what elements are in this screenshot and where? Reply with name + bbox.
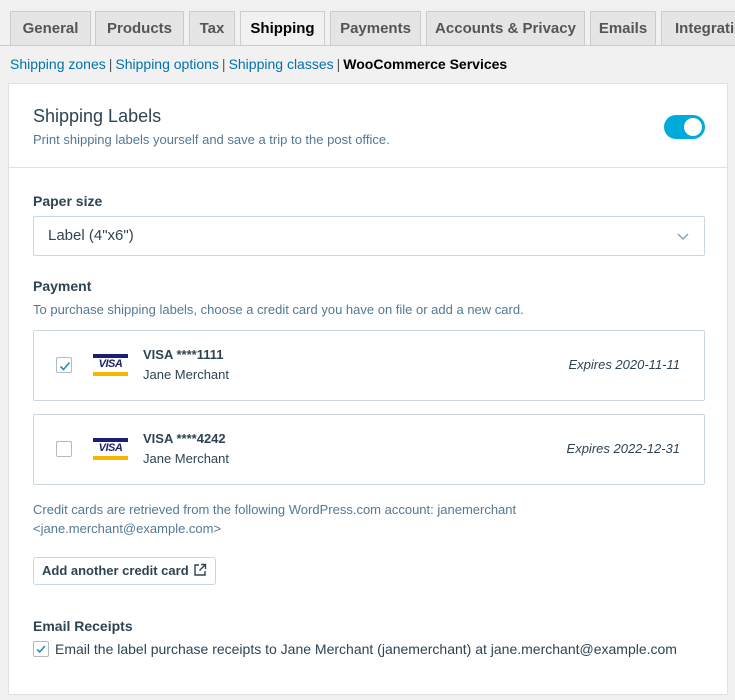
shipping-labels-header: Shipping Labels Print shipping labels yo…: [9, 84, 727, 168]
shipping-labels-panel: Shipping Labels Print shipping labels yo…: [8, 83, 728, 695]
checkmark-icon: [36, 645, 46, 654]
credit-card-item[interactable]: VISA VISA ****4242 Jane Merchant Expires…: [33, 414, 705, 485]
card-number: VISA ****4242: [143, 431, 226, 446]
visa-logo-icon: VISA: [93, 438, 128, 460]
subnav-woocommerce-services: WooCommerce Services: [343, 56, 508, 72]
card-expiry: Expires 2020-11-11: [568, 357, 680, 372]
tab-payments[interactable]: Payments: [330, 11, 421, 45]
payment-description: To purchase shipping labels, choose a cr…: [33, 302, 524, 317]
tab-products[interactable]: Products: [95, 11, 184, 45]
credit-card-item[interactable]: VISA VISA ****1111 Jane Merchant Expires…: [33, 330, 705, 401]
payment-label: Payment: [33, 278, 92, 294]
external-link-icon: [193, 563, 206, 576]
tab-tax[interactable]: Tax: [189, 11, 235, 45]
subnav-separator: |: [108, 56, 113, 72]
add-credit-card-label: Add another credit card: [42, 563, 189, 578]
paper-size-select[interactable]: Label (4"x6"): [33, 216, 705, 256]
tab-general[interactable]: General: [10, 11, 91, 45]
card-checkbox[interactable]: [56, 441, 72, 457]
card-checkbox[interactable]: [56, 357, 72, 373]
email-receipts-label: Email Receipts: [33, 618, 133, 634]
card-number: VISA ****1111: [143, 347, 224, 362]
subnav-shipping-options[interactable]: Shipping options: [115, 56, 219, 72]
tab-shipping[interactable]: Shipping: [240, 11, 325, 45]
paper-size-label: Paper size: [33, 193, 103, 209]
subnav-separator: |: [221, 56, 226, 72]
email-receipts-checkbox[interactable]: [33, 641, 49, 657]
card-holder-name: Jane Merchant: [143, 451, 229, 466]
visa-logo-icon: VISA: [93, 354, 128, 376]
toggle-knob: [684, 118, 702, 136]
tab-integration[interactable]: Integration: [661, 11, 735, 45]
subnav-shipping-classes[interactable]: Shipping classes: [229, 56, 334, 72]
shipping-labels-description: Print shipping labels yourself and save …: [33, 132, 390, 147]
chevron-down-icon: [677, 233, 689, 241]
email-receipts-text: Email the label purchase receipts to Jan…: [55, 641, 677, 657]
add-credit-card-button[interactable]: Add another credit card: [33, 557, 216, 585]
checkmark-icon: [59, 361, 71, 371]
shipping-labels-title: Shipping Labels: [33, 106, 162, 126]
card-expiry: Expires 2022-12-31: [566, 441, 680, 456]
settings-tabs: General Products Tax Shipping Payments A…: [0, 0, 735, 46]
card-holder-name: Jane Merchant: [143, 367, 229, 382]
paper-size-value: Label (4"x6"): [48, 227, 134, 244]
account-note: Credit cards are retrieved from the foll…: [33, 502, 517, 536]
shipping-labels-toggle[interactable]: [664, 115, 705, 139]
subnav-shipping-zones[interactable]: Shipping zones: [10, 56, 106, 72]
subnav-separator: |: [336, 56, 341, 72]
shipping-subnav: Shipping zones | Shipping options | Shipping…: [10, 56, 507, 72]
email-receipts-option: Email the label purchase receipts to Jan…: [33, 641, 677, 657]
tab-accounts-privacy[interactable]: Accounts & Privacy: [426, 11, 585, 45]
tab-emails[interactable]: Emails: [590, 11, 656, 45]
